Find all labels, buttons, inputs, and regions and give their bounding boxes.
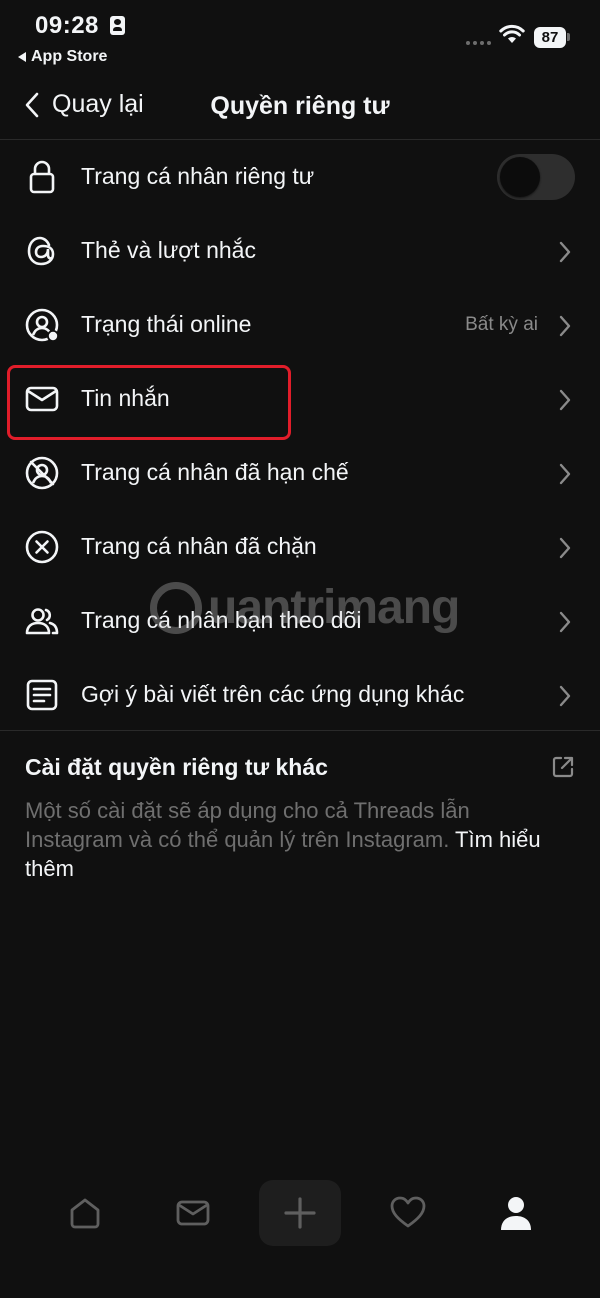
profile-icon (501, 1197, 531, 1230)
status-bar: 09:28 App Store 87 (0, 0, 600, 72)
mail-icon (25, 386, 59, 412)
chevron-right-icon (559, 315, 571, 337)
chevron-right-icon (559, 685, 571, 707)
description-text: Một số cài đặt sẽ áp dụng cho cả Threads… (25, 798, 470, 852)
cellular-signal-icon (466, 41, 491, 45)
setting-private-profile[interactable]: Trang cá nhân riêng tư (0, 140, 600, 214)
navigation-bar: Quyền riêng tư Quay lại (0, 72, 600, 140)
home-icon (70, 1198, 100, 1229)
battery-tip (567, 33, 570, 41)
setting-restricted-profiles[interactable]: Trang cá nhân đã hạn chế (0, 436, 600, 510)
other-privacy-section: Cài đặt quyền riêng tư khác Một số cài đ… (25, 754, 575, 883)
battery-indicator: 87 (534, 27, 566, 48)
setting-label: Tin nhắn (81, 385, 170, 411)
back-triangle-icon (18, 52, 26, 62)
heart-icon (390, 1196, 426, 1228)
chevron-right-icon (559, 537, 571, 559)
restricted-profile-icon (25, 456, 59, 490)
setting-label: Trang cá nhân đã chặn (81, 533, 317, 559)
tab-profile[interactable] (483, 1180, 549, 1246)
setting-label: Thẻ và lượt nhắc (81, 237, 256, 263)
contact-card-icon (110, 16, 125, 35)
tab-activity[interactable] (375, 1180, 441, 1246)
setting-messages[interactable]: Tin nhắn (0, 362, 600, 436)
setting-followed-profiles[interactable]: Trang cá nhân bạn theo dõi (0, 584, 600, 658)
chevron-right-icon (559, 389, 571, 411)
setting-blocked-profiles[interactable]: Trang cá nhân đã chặn (0, 510, 600, 584)
toggle-knob (500, 157, 540, 197)
inbox-icon (176, 1200, 210, 1226)
setting-online-status[interactable]: Trạng thái online Bất kỳ ai (0, 288, 600, 362)
blocked-icon (25, 530, 59, 564)
setting-value: Bất kỳ ai (465, 314, 538, 335)
lock-icon (29, 160, 55, 194)
other-privacy-title: Cài đặt quyền riêng tư khác (25, 754, 328, 780)
setting-suggest-posts-other-apps[interactable]: Gợi ý bài viết trên các ứng dụng khác (0, 658, 600, 732)
back-to-app-store[interactable]: App Store (18, 48, 107, 66)
setting-label: Trang cá nhân riêng tư (81, 163, 315, 189)
status-time: 09:28 (35, 12, 99, 39)
other-privacy-description: Một số cài đặt sẽ áp dụng cho cả Threads… (25, 796, 570, 883)
threads-at-icon (27, 236, 55, 266)
tab-inbox[interactable] (160, 1180, 226, 1246)
setting-label: Gợi ý bài viết trên các ứng dụng khác (81, 681, 465, 707)
tab-home[interactable] (52, 1180, 118, 1246)
setting-tags-mentions[interactable]: Thẻ và lượt nhắc (0, 214, 600, 288)
setting-label: Trang cá nhân bạn theo dõi (81, 607, 362, 633)
back-app-label: App Store (31, 48, 108, 65)
setting-label: Trang cá nhân đã hạn chế (81, 459, 349, 485)
chevron-right-icon (559, 611, 571, 633)
setting-label: Trạng thái online (81, 311, 252, 337)
bottom-tab-bar (0, 1180, 600, 1246)
document-icon (26, 679, 58, 711)
wifi-icon (499, 24, 525, 43)
private-profile-toggle[interactable] (497, 154, 575, 200)
compose-icon (284, 1197, 316, 1229)
back-label: Quay lại (52, 90, 144, 118)
back-button[interactable]: Quay lại (24, 90, 144, 119)
people-icon (25, 608, 59, 635)
section-divider (0, 730, 600, 731)
chevron-right-icon (559, 241, 571, 263)
privacy-settings-list: Trang cá nhân riêng tư Thẻ và lượt nhắc … (0, 140, 600, 732)
chevron-left-icon (25, 92, 39, 117)
external-link-icon[interactable] (551, 755, 575, 779)
online-status-icon (25, 308, 59, 342)
chevron-right-icon (559, 463, 571, 485)
tab-compose[interactable] (259, 1180, 341, 1246)
